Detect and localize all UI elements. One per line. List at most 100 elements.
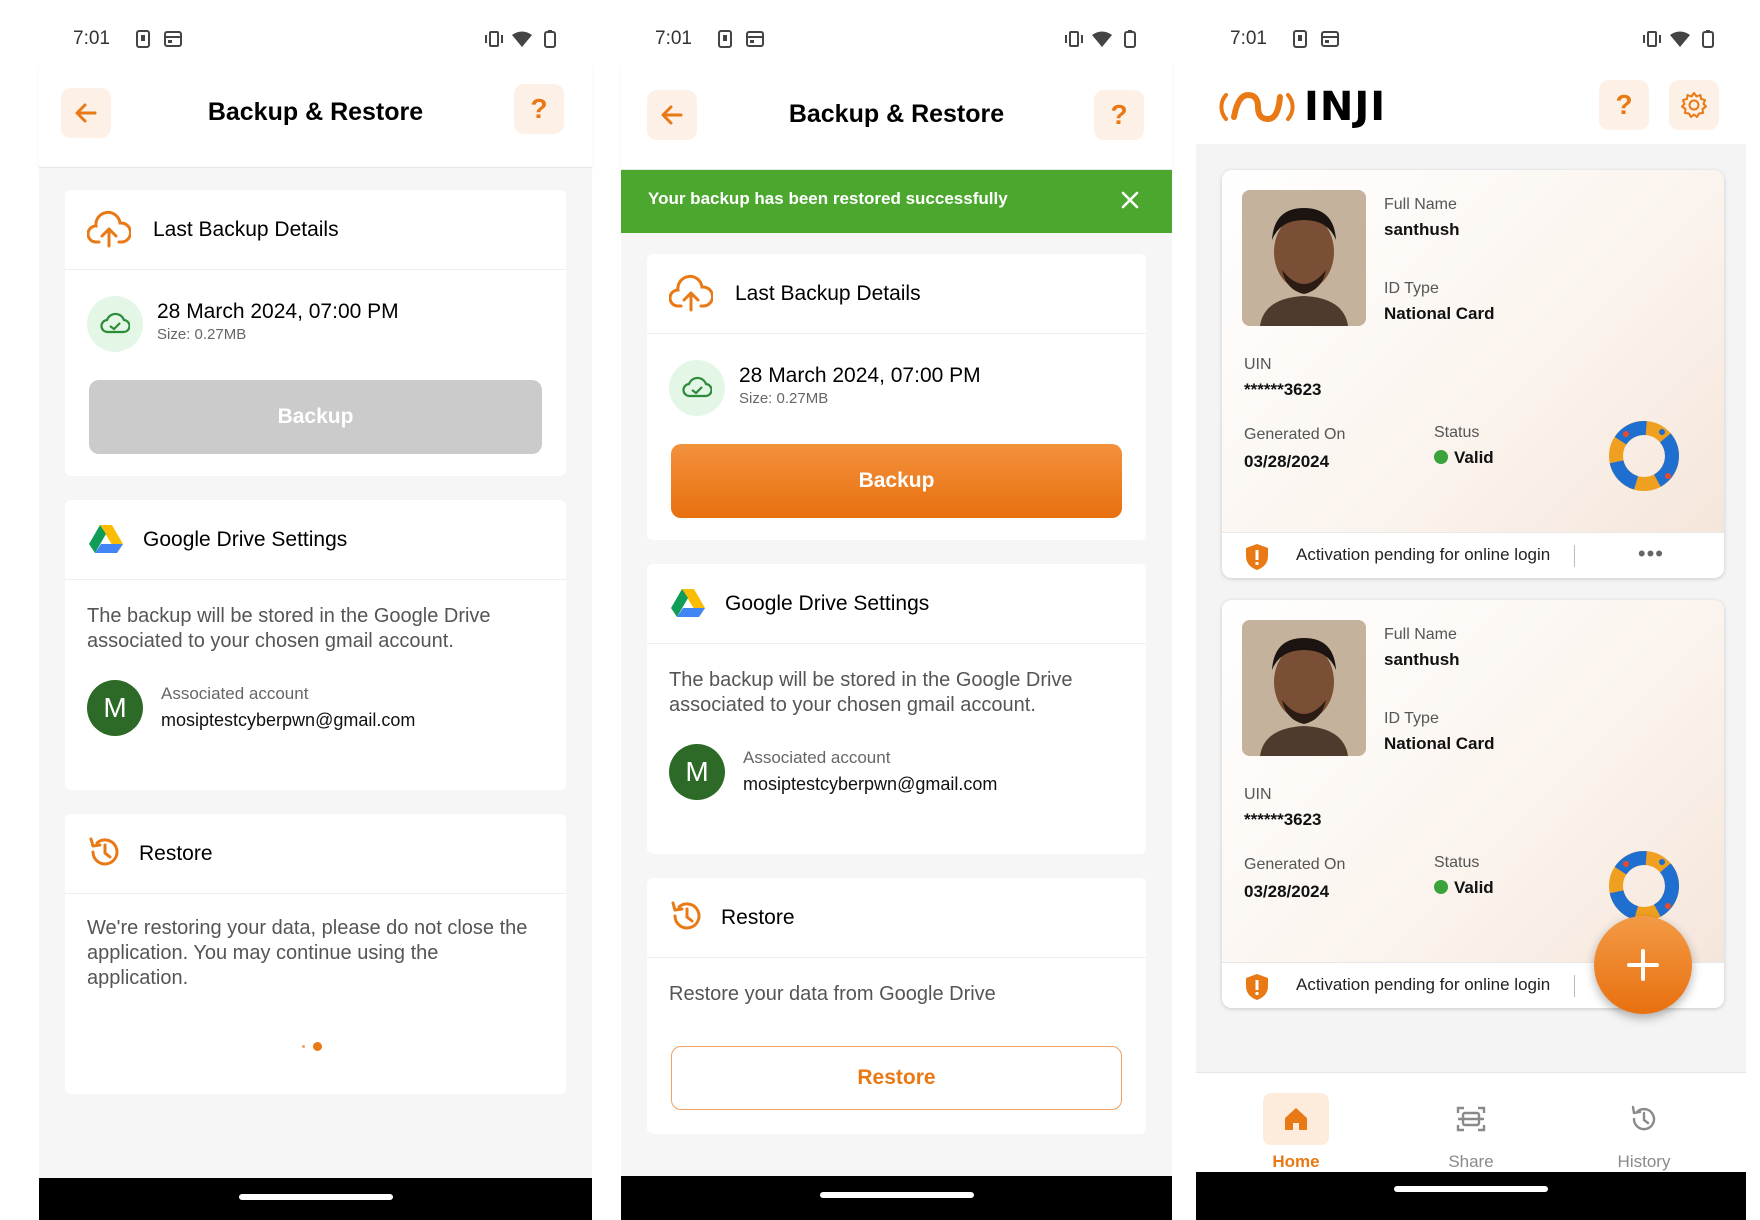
- check-circle-icon: [1434, 450, 1448, 464]
- help-button[interactable]: ?: [514, 84, 564, 134]
- status-label: Status: [1434, 424, 1480, 441]
- notification-icon: [715, 29, 735, 49]
- home-gesture-bar[interactable]: [819, 1192, 974, 1198]
- last-backup-card: Last Backup Details 28 March 2024, 07:00…: [647, 254, 1146, 540]
- history-icon: [1631, 1105, 1656, 1131]
- account-label: Associated account: [743, 748, 891, 767]
- help-button[interactable]: ?: [1599, 80, 1649, 130]
- backup-button[interactable]: Backup: [89, 380, 542, 454]
- restore-card: Restore Restore your data from Google Dr…: [647, 878, 1146, 1134]
- id-type-value: National Card: [1384, 304, 1495, 323]
- restore-button[interactable]: Restore: [671, 1046, 1122, 1110]
- status-value: Valid: [1454, 448, 1494, 467]
- drive-description: The backup will be stored in the Google …: [87, 605, 491, 652]
- battery-icon: [1698, 29, 1718, 49]
- content-area: Last Backup Details 28 March 2024, 07:00…: [621, 170, 1172, 1178]
- app-header: Backup & Restore ?: [621, 64, 1172, 170]
- activation-status[interactable]: Activation pending for online login: [1296, 545, 1550, 565]
- status-bar: 7:01: [621, 24, 1172, 54]
- vibrate-icon: [1642, 29, 1662, 49]
- status-badge: Valid: [1434, 448, 1494, 468]
- more-options-button[interactable]: •••: [1638, 541, 1664, 567]
- generated-label: Generated On: [1244, 856, 1346, 873]
- activation-status[interactable]: Activation pending for online login: [1296, 975, 1550, 995]
- restore-card: Restore We're restoring your data, pleas…: [65, 814, 566, 1094]
- id-type-label: ID Type: [1384, 280, 1439, 297]
- id-type-label: ID Type: [1384, 710, 1439, 727]
- vibrate-icon: [484, 29, 504, 49]
- scan-icon: [1456, 1106, 1486, 1132]
- add-card-button[interactable]: [1594, 916, 1692, 1014]
- status-time: 7:01: [655, 28, 692, 49]
- help-icon: ?: [1615, 89, 1633, 120]
- full-name-label: Full Name: [1384, 196, 1457, 213]
- backup-date: 28 March 2024, 07:00 PM: [157, 300, 399, 323]
- settings-button[interactable]: [1669, 80, 1719, 130]
- gear-icon: [1681, 92, 1707, 118]
- toast-message: Your backup has been restored successful…: [648, 189, 1008, 208]
- vibrate-icon: [1064, 29, 1084, 49]
- account-email: mosiptestcyberpwn@gmail.com: [161, 710, 416, 730]
- bottom-nav: Home Share History: [1196, 1072, 1746, 1172]
- help-icon: ?: [530, 93, 548, 124]
- last-backup-title: Last Backup Details: [153, 218, 339, 241]
- close-icon[interactable]: [1116, 186, 1144, 214]
- content-area: Last Backup Details 28 March 2024, 07:00…: [39, 168, 592, 1178]
- uin-value: ******3623: [1244, 380, 1322, 399]
- status-time: 7:01: [1230, 28, 1267, 49]
- cloud-check-icon: [682, 376, 712, 398]
- holder-photo: [1242, 190, 1366, 326]
- status-badge: Valid: [1434, 878, 1494, 898]
- home-gesture-bar[interactable]: [238, 1194, 393, 1200]
- notification-icon: [1290, 29, 1310, 49]
- calendar-icon: [745, 29, 765, 49]
- wifi-icon: [1092, 29, 1112, 49]
- battery-icon: [1120, 29, 1140, 49]
- home-icon: [1285, 1108, 1307, 1130]
- status-time: 7:01: [73, 28, 110, 49]
- inji-logo: INJI: [1218, 82, 1386, 132]
- status-bar: 7:01: [1196, 24, 1746, 54]
- id-card[interactable]: Full Name santhush ID Type National Card…: [1222, 170, 1724, 578]
- tab-share[interactable]: Share: [1406, 1093, 1536, 1172]
- account-email: mosiptestcyberpwn@gmail.com: [743, 774, 998, 794]
- home-gesture-bar[interactable]: [1394, 1186, 1548, 1192]
- restore-progress-message: We're restoring your data, please do not…: [87, 917, 528, 989]
- last-backup-card: Last Backup Details 28 March 2024, 07:00…: [65, 190, 566, 476]
- tab-history[interactable]: History: [1579, 1093, 1709, 1172]
- full-name-value: santhush: [1384, 650, 1460, 669]
- home-screen: 7:01 INJI ? Full Name santhush ID Type N…: [1196, 0, 1746, 1220]
- cloud-check-icon: [100, 312, 130, 334]
- system-nav-bar: [621, 1176, 1172, 1220]
- backup-status-badge: [669, 360, 725, 416]
- last-backup-title: Last Backup Details: [735, 282, 921, 305]
- tab-share-label: Share: [1448, 1152, 1494, 1171]
- google-drive-title: Google Drive Settings: [143, 528, 348, 551]
- google-drive-icon: [89, 525, 123, 553]
- google-drive-card: Google Drive Settings The backup will be…: [647, 564, 1146, 854]
- account-label: Associated account: [161, 684, 309, 703]
- issuer-logo-icon: [1609, 851, 1679, 921]
- backup-status-badge: [87, 296, 143, 352]
- check-circle-icon: [1434, 880, 1448, 894]
- google-drive-icon: [671, 589, 705, 617]
- uin-label: UIN: [1244, 356, 1272, 373]
- success-toast: Your backup has been restored successful…: [621, 170, 1172, 233]
- restore-title: Restore: [139, 842, 213, 865]
- google-drive-card: Google Drive Settings The backup will be…: [65, 500, 566, 790]
- shield-alert-icon: [1246, 974, 1268, 1000]
- status-bar: 7:01: [39, 24, 592, 54]
- help-button[interactable]: ?: [1094, 90, 1144, 140]
- shield-alert-icon: [1246, 544, 1268, 570]
- tab-home[interactable]: Home: [1231, 1093, 1361, 1172]
- generated-value: 03/28/2024: [1244, 452, 1330, 471]
- system-nav-bar: [39, 1178, 592, 1220]
- card-footer: Activation pending for online login •••: [1222, 532, 1724, 578]
- generated-value: 03/28/2024: [1244, 882, 1330, 901]
- status-label: Status: [1434, 854, 1480, 871]
- backup-button[interactable]: Backup: [671, 444, 1122, 518]
- restore-history-icon: [89, 837, 119, 866]
- notification-icon: [133, 29, 153, 49]
- avatar: M: [87, 680, 143, 736]
- page-title: Backup & Restore: [207, 98, 424, 126]
